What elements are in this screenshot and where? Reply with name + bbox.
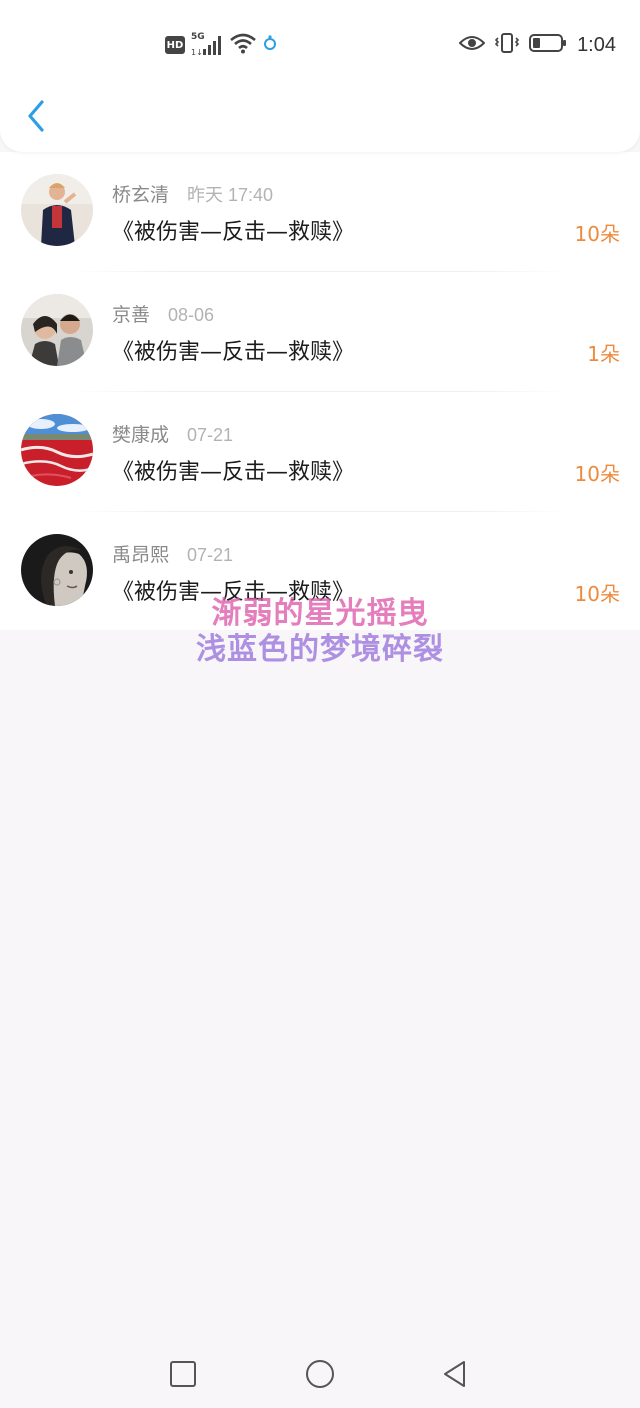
- article-title[interactable]: 《被伤害—反击—救赎》: [112, 574, 354, 606]
- list-item[interactable]: 樊康成 07-21 《被伤害—反击—救赎》 10朵: [0, 392, 640, 512]
- item-meta: 京善 08-06: [112, 300, 214, 326]
- list-item[interactable]: 京善 08-06 《被伤害—反击—救赎》 1朵: [0, 272, 640, 392]
- app-header: HD 5G 1↓ 1:04: [0, 0, 640, 152]
- flower-count: 10朵: [574, 582, 620, 606]
- circle-icon: [306, 1360, 334, 1388]
- item-meta: 桥玄清 昨天 17:40: [112, 180, 273, 206]
- item-meta: 禹昂熙 07-21: [112, 540, 233, 566]
- wifi-icon: [229, 32, 257, 58]
- home-button[interactable]: [298, 1352, 342, 1396]
- flower-count: 10朵: [574, 222, 620, 246]
- back-button[interactable]: [20, 96, 52, 136]
- sender-name[interactable]: 禹昂熙: [112, 540, 169, 567]
- vibrate-icon: [494, 32, 520, 58]
- system-nav-bar: [0, 1338, 640, 1408]
- avatar[interactable]: [21, 534, 93, 606]
- timestamp: 08-06: [168, 305, 215, 325]
- sender-name[interactable]: 樊康成: [112, 420, 169, 447]
- article-title[interactable]: 《被伤害—反击—救赎》: [112, 334, 354, 366]
- eye-icon: [458, 34, 486, 56]
- notification-bell-icon: [263, 34, 277, 56]
- list-item[interactable]: 桥玄清 昨天 17:40 《被伤害—反击—救赎》 10朵: [0, 152, 640, 272]
- status-left-icons: HD 5G 1↓: [165, 32, 277, 58]
- triangle-back-icon: [444, 1361, 465, 1387]
- avatar[interactable]: [21, 414, 93, 486]
- battery-icon: [529, 33, 567, 57]
- flower-count: 10朵: [574, 462, 620, 486]
- gift-record-list: 桥玄清 昨天 17:40 《被伤害—反击—救赎》 10朵 京善 08-06 《被…: [0, 152, 640, 630]
- square-icon: [170, 1361, 196, 1387]
- hd-badge: HD: [165, 36, 185, 54]
- recent-apps-button[interactable]: [161, 1352, 205, 1396]
- status-bar: HD 5G 1↓ 1:04: [0, 0, 640, 90]
- timestamp: 07-21: [187, 545, 234, 565]
- system-back-button[interactable]: [433, 1352, 477, 1396]
- avatar[interactable]: [21, 294, 93, 366]
- timestamp: 07-21: [187, 425, 234, 445]
- sender-name[interactable]: 京善: [112, 300, 150, 327]
- item-meta: 樊康成 07-21: [112, 420, 233, 446]
- svg-text:1↓: 1↓: [191, 48, 203, 56]
- clock: 1:04: [577, 33, 616, 56]
- signal-icon: 5G 1↓: [191, 32, 223, 56]
- avatar[interactable]: [21, 174, 93, 246]
- flower-count: 1朵: [587, 342, 620, 366]
- sender-name[interactable]: 桥玄清: [112, 180, 169, 207]
- status-right-icons: 1:04: [458, 32, 616, 58]
- list-item[interactable]: 禹昂熙 07-21 《被伤害—反击—救赎》 10朵: [0, 512, 640, 632]
- article-title[interactable]: 《被伤害—反击—救赎》: [112, 214, 354, 246]
- timestamp: 昨天 17:40: [187, 185, 274, 205]
- article-title[interactable]: 《被伤害—反击—救赎》: [112, 454, 354, 486]
- chevron-left-icon: [28, 100, 44, 132]
